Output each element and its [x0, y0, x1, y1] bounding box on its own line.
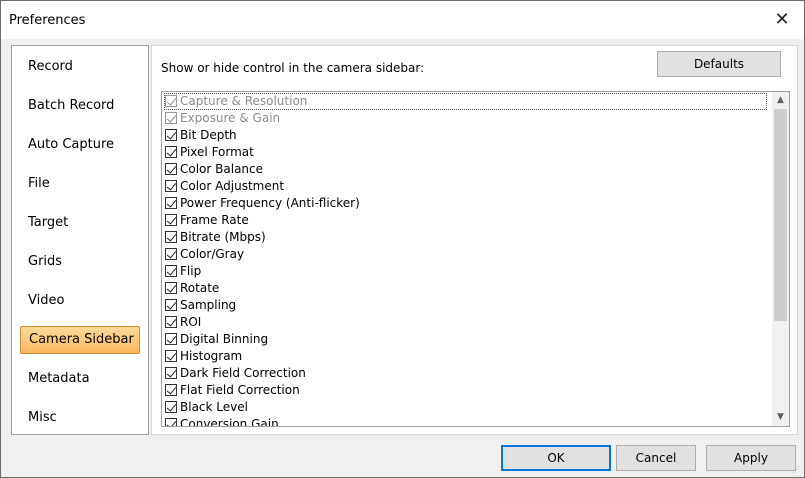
list-item-label: Power Frequency (Anti-flicker): [180, 196, 360, 210]
sidebar-controls-list[interactable]: Capture & Resolution Exposure & Gain Bit D…: [161, 91, 790, 427]
ok-button[interactable]: OK: [501, 445, 611, 471]
checkbox[interactable]: [165, 367, 177, 379]
checkbox[interactable]: [165, 248, 177, 260]
list-item[interactable]: Digital Binning: [164, 331, 767, 348]
nav-item-video[interactable]: Video: [20, 287, 140, 315]
list-item-label: Black Level: [180, 400, 248, 414]
list-item-label: Digital Binning: [180, 332, 269, 346]
panel-description: Show or hide control in the camera sideb…: [161, 61, 425, 75]
list-item[interactable]: Dark Field Correction: [164, 365, 767, 382]
checkbox[interactable]: [165, 214, 177, 226]
checkbox[interactable]: [165, 333, 177, 345]
list-item[interactable]: Histogram: [164, 348, 767, 365]
list-item[interactable]: Flip: [164, 263, 767, 280]
list-item[interactable]: Color Balance: [164, 161, 767, 178]
list-item[interactable]: Color Adjustment: [164, 178, 767, 195]
checkbox[interactable]: [165, 282, 177, 294]
checkbox[interactable]: [165, 265, 177, 277]
checkbox[interactable]: [165, 112, 177, 124]
list-item-label: Rotate: [180, 281, 220, 295]
camera-sidebar-panel: Show or hide control in the camera sideb…: [151, 45, 798, 435]
checkbox[interactable]: [165, 299, 177, 311]
checkbox[interactable]: [165, 401, 177, 413]
scroll-up-icon[interactable]: ▲: [772, 92, 789, 109]
checkbox[interactable]: [165, 180, 177, 192]
list-item-label: Exposure & Gain: [180, 111, 281, 125]
checkbox[interactable]: [165, 418, 177, 426]
list-item[interactable]: Exposure & Gain: [164, 110, 767, 127]
nav-item-metadata[interactable]: Metadata: [20, 365, 140, 393]
checkbox[interactable]: [165, 163, 177, 175]
list-item-label: Sampling: [180, 298, 237, 312]
list-item[interactable]: Color/Gray: [164, 246, 767, 263]
vertical-scrollbar[interactable]: ▲ ▼: [772, 92, 789, 426]
list-item[interactable]: Bitrate (Mbps): [164, 229, 767, 246]
checkbox[interactable]: [165, 146, 177, 158]
nav-item-file[interactable]: File: [20, 170, 140, 198]
window-title: Preferences: [9, 13, 86, 28]
scroll-down-icon[interactable]: ▼: [772, 409, 789, 426]
list-item[interactable]: Conversion Gain: [164, 416, 767, 427]
category-nav: Record Batch Record Auto Capture File Target…: [11, 45, 149, 435]
list-item-label: Pixel Format: [180, 145, 254, 159]
list-item-label: Bit Depth: [180, 128, 237, 142]
checkbox[interactable]: [165, 384, 177, 396]
resize-grip-icon[interactable]: ⋰: [792, 465, 802, 475]
list-item[interactable]: Pixel Format: [164, 144, 767, 161]
list-item-label: Conversion Gain: [180, 417, 279, 427]
list-item-label: Flat Field Correction: [180, 383, 300, 397]
nav-item-target[interactable]: Target: [20, 209, 140, 237]
list-item-label: Color Adjustment: [180, 179, 285, 193]
list-item-label: Color Balance: [180, 162, 264, 176]
checkbox[interactable]: [165, 197, 177, 209]
nav-item-grids[interactable]: Grids: [20, 248, 140, 276]
list-item[interactable]: Capture & Resolution: [164, 93, 767, 110]
list-item[interactable]: Frame Rate: [164, 212, 767, 229]
list-item[interactable]: Bit Depth: [164, 127, 767, 144]
list-item[interactable]: Sampling: [164, 297, 767, 314]
checkbox[interactable]: [165, 231, 177, 243]
nav-item-record[interactable]: Record: [20, 53, 140, 81]
nav-item-batch-record[interactable]: Batch Record: [20, 92, 140, 120]
nav-item-auto-capture[interactable]: Auto Capture: [20, 131, 140, 159]
list-item-label: Bitrate (Mbps): [180, 230, 266, 244]
checkbox[interactable]: [165, 95, 177, 107]
checkbox[interactable]: [165, 129, 177, 141]
list-item[interactable]: Black Level: [164, 399, 767, 416]
list-item-label: Histogram: [180, 349, 243, 363]
close-icon[interactable]: ✕: [760, 1, 804, 39]
list-item-label: Flip: [180, 264, 202, 278]
checkbox[interactable]: [165, 350, 177, 362]
scroll-thumb[interactable]: [774, 109, 787, 321]
nav-item-misc[interactable]: Misc: [20, 404, 140, 432]
list-item[interactable]: Power Frequency (Anti-flicker): [164, 195, 767, 212]
list-item-label: Frame Rate: [180, 213, 249, 227]
list-item[interactable]: ROI: [164, 314, 767, 331]
preferences-window: Preferences ✕ Record Batch Record Auto Cap…: [0, 0, 805, 478]
title-bar: Preferences ✕: [1, 1, 804, 39]
cancel-button[interactable]: Cancel: [616, 445, 696, 471]
list-item[interactable]: Rotate: [164, 280, 767, 297]
list-item-label: ROI: [180, 315, 202, 329]
nav-item-camera-sidebar[interactable]: Camera Sidebar: [20, 326, 140, 354]
apply-button[interactable]: Apply: [706, 445, 796, 471]
list-item[interactable]: Flat Field Correction: [164, 382, 767, 399]
list-item-label: Capture & Resolution: [180, 94, 308, 108]
list-item-label: Color/Gray: [180, 247, 245, 261]
checkbox[interactable]: [165, 316, 177, 328]
defaults-button[interactable]: Defaults: [657, 51, 781, 77]
list-item-label: Dark Field Correction: [180, 366, 306, 380]
